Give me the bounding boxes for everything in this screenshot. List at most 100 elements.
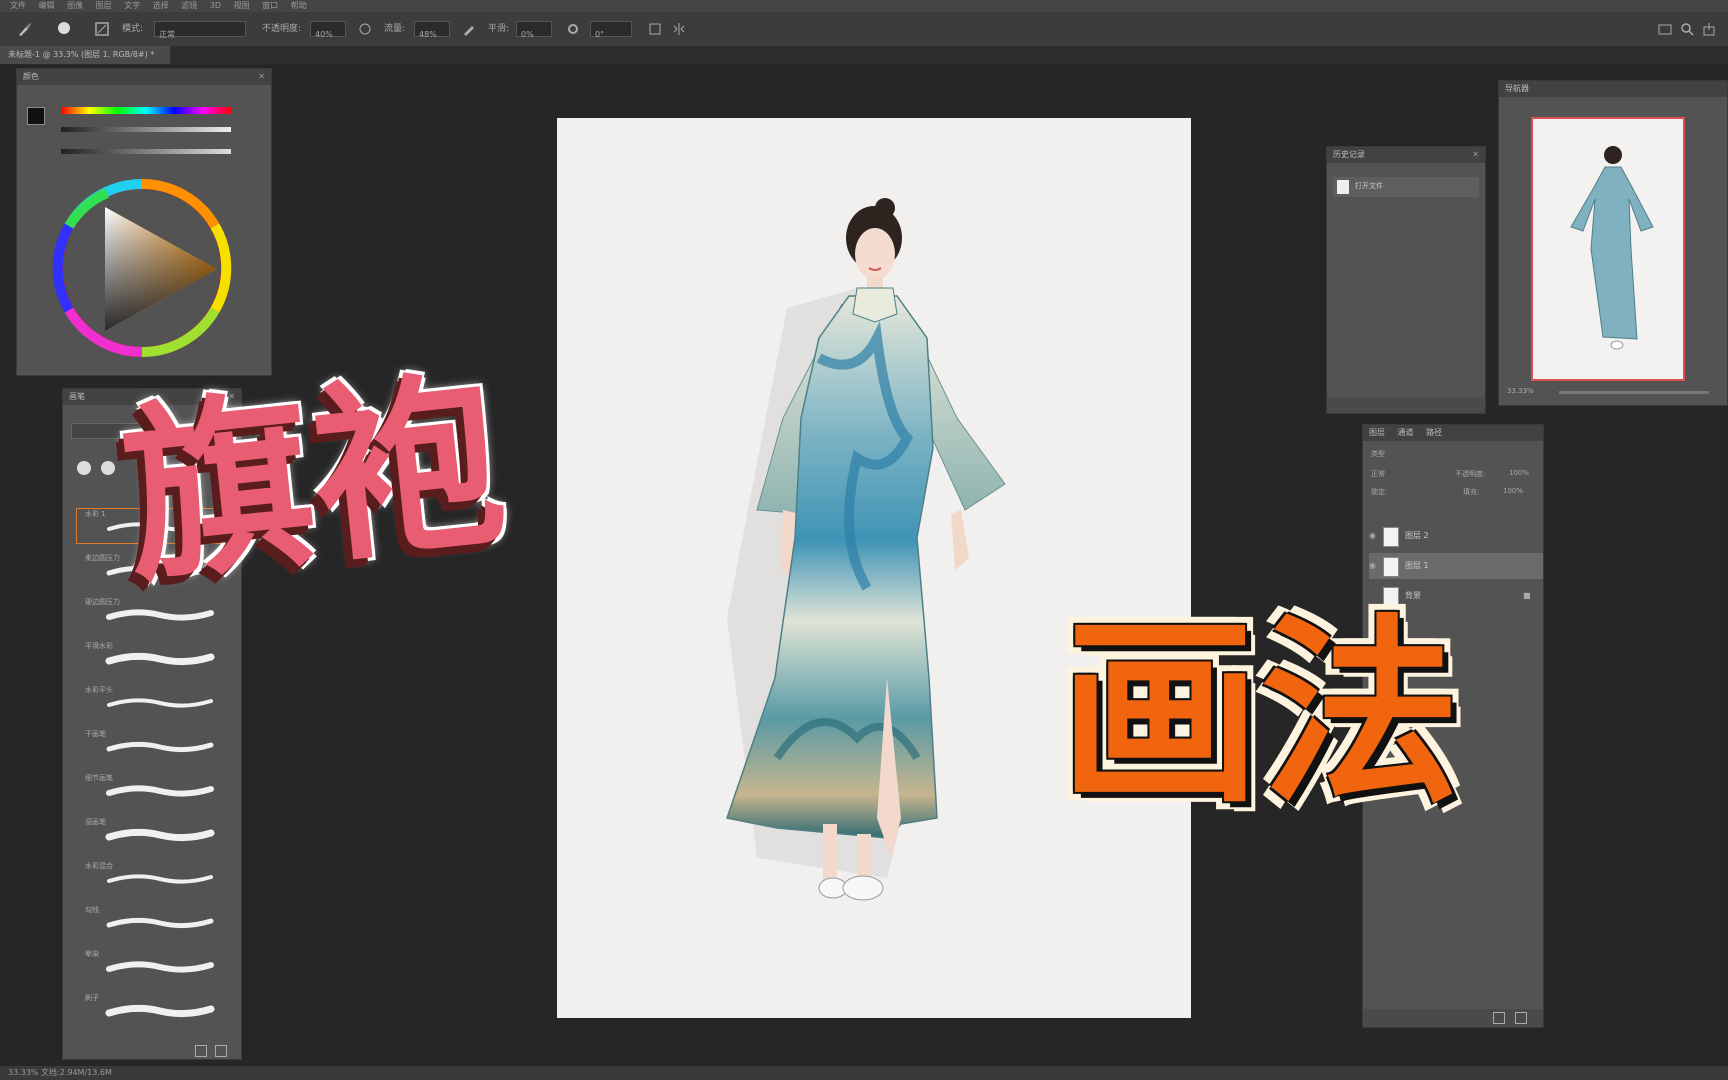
gear-icon[interactable] [566,22,580,36]
angle-field[interactable]: 0° [590,21,632,39]
layer-kind-filter[interactable]: 类型 [1371,449,1385,459]
share-icon[interactable] [1702,22,1716,36]
brush-preset-label: 勾线 [85,906,99,914]
brush-stroke-preview [106,961,214,973]
brush-preset-dot[interactable] [58,22,70,34]
lock-label: 锁定: [1371,488,1388,496]
brush-preset-row[interactable]: 水彩平头 [77,685,227,719]
menu-view[interactable]: 视图 [234,0,250,12]
saturation-slider[interactable] [61,127,231,132]
pressure-opacity-icon[interactable] [358,22,372,36]
qipao-illustration [726,198,1006,901]
navigator-preview[interactable] [1531,117,1685,381]
layer-row[interactable]: ◉ 图层 2 [1369,523,1543,549]
opacity-field[interactable]: 40% [310,21,346,39]
navigator-zoom-slider[interactable] [1559,391,1709,394]
brush-stroke-preview [106,917,214,929]
mode-select[interactable]: 正常 [154,21,246,39]
search-icon[interactable] [1680,22,1694,36]
brush-preset-row[interactable]: 刷子 [77,993,227,1027]
layer-thumbnail [1383,557,1399,577]
airbrush-icon[interactable] [462,22,476,36]
navigator-panel: 导航器 33.33% [1498,80,1728,406]
menu-file[interactable]: 文件 [10,0,26,12]
menu-help[interactable]: 帮助 [291,0,307,12]
document-canvas[interactable] [557,118,1191,1018]
brush-preset-row[interactable]: 勾线 [77,905,227,939]
flow-label: 流量: [384,24,406,34]
pressure-size-icon[interactable] [648,22,662,36]
status-bar: 33.33% 文档:2.94M/13.6M [0,1066,1728,1080]
brush-settings-icon[interactable] [94,21,110,37]
close-icon[interactable]: ✕ [1472,147,1479,163]
history-panel-header: 历史记录 ✕ [1327,147,1485,163]
new-brush-icon[interactable] [195,1045,207,1057]
history-panel: 历史记录 ✕ 打开文件 [1326,146,1486,414]
layer-opacity-value[interactable]: 100% [1509,469,1529,477]
brush-tip-preview[interactable] [101,461,115,475]
lock-icon: ■ [1523,591,1531,600]
layer-row-selected[interactable]: ◉ 图层 1 [1369,553,1543,579]
overlay-title-qipao: 旗袍 [113,349,515,610]
menu-image[interactable]: 图像 [67,0,83,12]
brush-stroke-preview [107,874,213,884]
blend-mode-select[interactable]: 正常 [1371,469,1385,479]
tab-channels[interactable]: 通道 [1398,428,1414,437]
menu-filter[interactable]: 滤镜 [181,0,197,12]
fill-label: 填充: [1463,488,1480,496]
layer-thumbnail [1383,527,1399,547]
symmetry-icon[interactable] [672,22,686,36]
brush-stroke-preview [106,741,214,753]
options-bar: 模式: 正常 不透明度: 40% 流量: 48% 平滑: 0% 0° [0,12,1728,47]
navigator-panel-title: 导航器 [1505,84,1529,93]
color-panel-title: 颜色 [23,72,39,81]
brush-stroke-preview [106,609,214,621]
mode-value: 正常 [159,30,175,39]
smooth-label: 平滑: [488,24,510,34]
eye-icon[interactable]: ◉ [1369,553,1376,579]
workspace-icon[interactable] [1658,22,1672,36]
layer-name: 图层 2 [1405,531,1429,540]
brush-preset-row[interactable]: 湿画笔 [77,817,227,851]
history-item[interactable]: 打开文件 [1333,177,1479,197]
hue-slider[interactable] [61,107,231,114]
color-wheel[interactable] [47,173,237,363]
layer-name: 图层 1 [1405,561,1429,570]
brightness-slider[interactable] [61,149,231,154]
brush-icon[interactable] [16,20,34,38]
menu-edit[interactable]: 编辑 [39,0,55,12]
brush-preset-row[interactable]: 细节画笔 [77,773,227,807]
brush-preset-row[interactable]: 晕染 [77,949,227,983]
new-layer-icon[interactable] [1493,1012,1505,1024]
menu-layer[interactable]: 图层 [96,0,112,12]
brush-panel-title: 画笔 [69,392,85,401]
brush-preset-label: 湿画笔 [85,818,106,826]
brush-preset-label: 干画笔 [85,730,106,738]
navigator-zoom-value[interactable]: 33.33% [1507,387,1534,395]
menu-select[interactable]: 选择 [153,0,169,12]
brush-tip-preview[interactable] [77,461,91,475]
navigator-panel-header: 导航器 [1499,81,1727,97]
brush-preset-row[interactable]: 水彩混合 [77,861,227,895]
trash-icon[interactable] [215,1045,227,1057]
flow-field[interactable]: 48% [414,21,450,39]
foreground-swatch[interactable] [27,107,45,125]
history-item-label: 打开文件 [1355,182,1383,190]
overlay-title-huafa: 画法 [1060,598,1461,831]
fill-value[interactable]: 100% [1503,487,1523,495]
eye-icon[interactable]: ◉ [1369,523,1376,549]
close-icon[interactable]: ✕ [258,69,265,85]
angle-value: 0° [595,30,605,39]
brush-preset-row[interactable]: 干画笔 [77,729,227,763]
menu-window[interactable]: 窗口 [262,0,278,12]
document-tab[interactable]: 未标题-1 @ 33.3% (图层 1, RGB/8#) * [0,46,170,64]
navigator-thumbnail-figure [1570,146,1654,350]
brush-preset-row[interactable]: 平滑水彩 [77,641,227,675]
layers-footer [1363,1009,1543,1027]
trash-icon[interactable] [1515,1012,1527,1024]
tab-paths[interactable]: 路径 [1426,428,1442,437]
smooth-field[interactable]: 0% [516,21,552,39]
tab-layers[interactable]: 图层 [1369,428,1385,437]
menu-type[interactable]: 文字 [124,0,140,12]
menu-3d[interactable]: 3D [210,0,221,12]
